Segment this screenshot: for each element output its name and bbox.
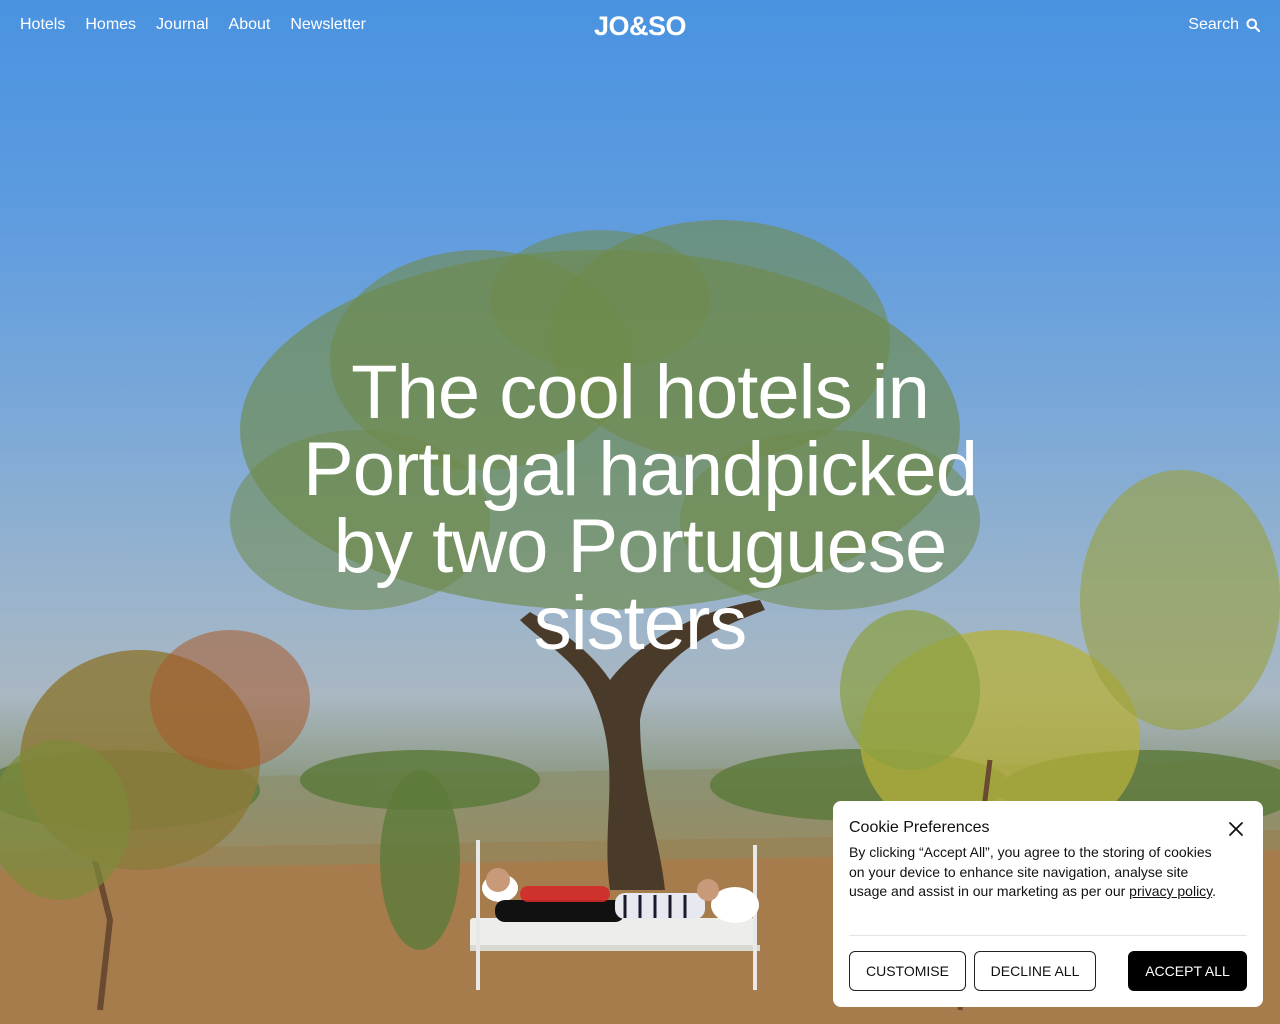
search-icon <box>1246 18 1260 32</box>
cookie-dialog-divider <box>849 935 1247 936</box>
cookie-dialog-title: Cookie Preferences <box>849 819 990 836</box>
decline-all-button[interactable]: DECLINE ALL <box>974 951 1096 991</box>
cookie-text-end: . <box>1212 883 1217 899</box>
nav-link-journal[interactable]: Journal <box>156 16 208 34</box>
top-navigation: Hotels Homes Journal About Newsletter JO… <box>0 0 1280 52</box>
customise-button[interactable]: CUSTOMISE <box>849 951 966 991</box>
nav-link-hotels[interactable]: Hotels <box>20 16 65 34</box>
cookie-preferences-dialog: Cookie Preferences By clicking “Accept A… <box>833 801 1263 1007</box>
search-button[interactable]: Search <box>1188 16 1260 34</box>
cookie-dialog-text: By clicking “Accept All”, you agree to t… <box>849 843 1229 902</box>
nav-link-homes[interactable]: Homes <box>85 16 136 34</box>
hero-title: The cool hotels in Portugal handpicked b… <box>303 350 978 666</box>
nav-link-newsletter[interactable]: Newsletter <box>290 16 366 34</box>
nav-links: Hotels Homes Journal About Newsletter <box>20 16 366 34</box>
accept-all-button[interactable]: ACCEPT ALL <box>1128 951 1247 991</box>
page: Hotels Homes Journal About Newsletter JO… <box>0 0 1280 1024</box>
search-label: Search <box>1188 16 1239 33</box>
nav-link-about[interactable]: About <box>229 16 271 34</box>
close-icon[interactable] <box>1227 820 1245 838</box>
privacy-policy-link[interactable]: privacy policy <box>1129 883 1212 899</box>
site-logo[interactable]: JO&SO <box>590 11 690 41</box>
